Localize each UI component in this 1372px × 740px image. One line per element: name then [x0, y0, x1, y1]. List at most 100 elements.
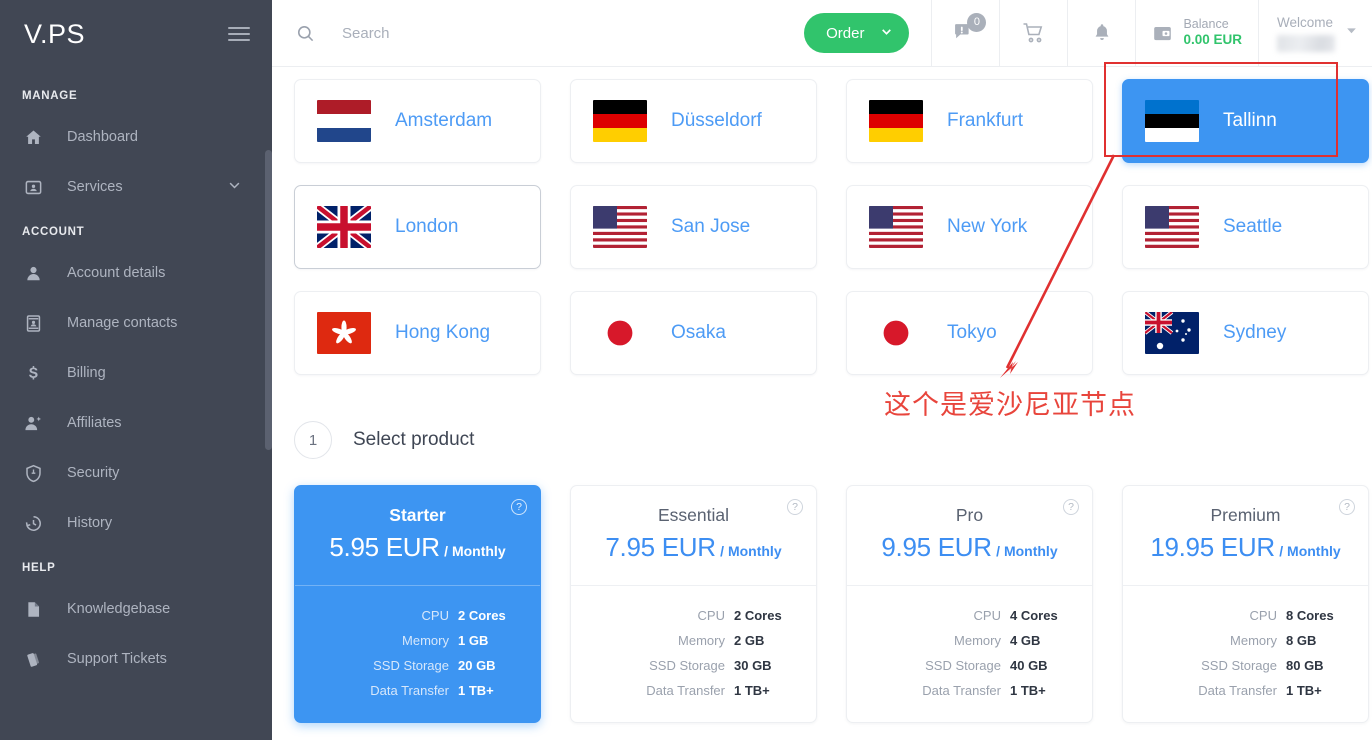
balance-button[interactable]: Balance 0.00 EUR — [1135, 0, 1258, 67]
step-header: 1 Select product — [294, 421, 1372, 459]
spec-list: CPU 2 Cores Memory 1 GB SSD Storage 20 GB Data… — [295, 586, 540, 722]
product-name: Premium — [1210, 505, 1281, 525]
brand-logo[interactable]: V.PS — [24, 20, 85, 48]
price-period: / Monthly — [1279, 543, 1341, 559]
location-name: San Jose — [671, 216, 751, 237]
messages-button[interactable]: 0 — [931, 0, 999, 67]
product-card-starter[interactable]: ? Starter 5.95 EUR / Monthly CPU 2 Cores Memo… — [294, 485, 541, 723]
sidebar-item-label: Billing — [67, 365, 106, 381]
search-input[interactable] — [342, 24, 772, 42]
help-icon[interactable]: ? — [1063, 499, 1079, 515]
spec-value: 1 TB+ — [1010, 683, 1046, 698]
sidebar-item-label: Knowledgebase — [67, 601, 171, 617]
location-card-tokyo[interactable]: Tokyo — [846, 291, 1093, 375]
location-card-tallinn[interactable]: Tallinn — [1122, 79, 1369, 163]
product-price: 19.95 EUR / Monthly — [1123, 532, 1368, 563]
flag-icon-us — [593, 206, 647, 248]
location-name: New York — [947, 216, 1028, 237]
flag-icon-jp — [869, 312, 923, 354]
sidebar-item-knowledgebase[interactable]: Knowledgebase — [0, 584, 272, 634]
spec-value: 2 GB — [734, 633, 765, 648]
spec-label: SSD Storage — [649, 658, 725, 673]
location-name: Hong Kong — [395, 322, 491, 343]
spec-row-cpu: CPU 2 Cores — [571, 608, 796, 623]
person-add-icon — [24, 414, 50, 433]
balance-value: 0.00 EUR — [1183, 32, 1242, 48]
sidebar-item-affiliates[interactable]: Affiliates — [0, 398, 272, 448]
spec-row-transfer: Data Transfer 1 TB+ — [1123, 683, 1348, 698]
location-card-osaka[interactable]: Osaka — [570, 291, 817, 375]
sidebar-item-security[interactable]: Security — [0, 448, 272, 498]
sidebar-item-label: Support Tickets — [67, 651, 167, 667]
product-card-pro[interactable]: ? Pro 9.95 EUR / Monthly CPU 4 Cores Memory 4 … — [846, 485, 1093, 723]
location-name: London — [395, 216, 459, 237]
sidebar-section-title: MANAGE — [22, 90, 78, 102]
location-card-frankfurt[interactable]: Frankfurt — [846, 79, 1093, 163]
shopping-cart-icon — [1022, 21, 1046, 45]
sidebar-item-dashboard[interactable]: Dashboard — [0, 112, 272, 162]
sidebar-scrollbar[interactable] — [265, 150, 272, 450]
spec-row-memory: Memory 8 GB — [1123, 633, 1348, 648]
location-card-seattle[interactable]: Seattle — [1122, 185, 1369, 269]
order-button[interactable]: Order — [804, 13, 910, 53]
main-area: Order 0 — [272, 0, 1372, 740]
spec-value: 1 TB+ — [458, 683, 494, 698]
product-name: Essential — [657, 505, 729, 525]
sidebar-item-manage-contacts[interactable]: Manage contacts — [0, 298, 272, 348]
flag-icon-us — [869, 206, 923, 248]
spec-label: Data Transfer — [646, 683, 725, 698]
help-icon[interactable]: ? — [511, 499, 527, 515]
product-header: Essential 7.95 EUR / Monthly — [571, 486, 816, 585]
location-card-london[interactable]: London — [294, 185, 541, 269]
sidebar-item-account-details[interactable]: Account details — [0, 248, 272, 298]
location-name: Amsterdam — [395, 110, 493, 131]
sidebar-item-history[interactable]: History — [0, 498, 272, 548]
help-icon[interactable]: ? — [1339, 499, 1355, 515]
flag-icon-de — [593, 100, 647, 142]
sidebar-item-label: Services — [67, 179, 123, 195]
sidebar-nav: MANAGE Dashboard Services ACCOUNT Account de… — [0, 68, 272, 684]
cart-button[interactable] — [999, 0, 1067, 67]
sidebar-item-services[interactable]: Services — [0, 162, 272, 212]
history-clock-icon — [24, 514, 50, 533]
spec-value: 80 GB — [1286, 658, 1324, 673]
location-name: Osaka — [671, 322, 726, 343]
help-icon[interactable]: ? — [787, 499, 803, 515]
price-period: / Monthly — [720, 543, 782, 559]
contact-card-icon — [24, 314, 50, 333]
spec-value: 40 GB — [1010, 658, 1048, 673]
spec-label: Data Transfer — [1198, 683, 1277, 698]
spec-label: Data Transfer — [922, 683, 1001, 698]
sidebar-section-title: ACCOUNT — [22, 226, 85, 238]
balance-label: Balance — [1183, 16, 1229, 31]
account-menu[interactable]: Welcome — [1258, 0, 1372, 67]
location-card-düsseldorf[interactable]: Düsseldorf — [570, 79, 817, 163]
notifications-button[interactable] — [1067, 0, 1135, 67]
spec-label: Memory — [678, 633, 725, 648]
spec-list: CPU 4 Cores Memory 4 GB SSD Storage 40 GB Data… — [847, 586, 1092, 722]
location-card-san-jose[interactable]: San Jose — [570, 185, 817, 269]
sidebar-item-billing[interactable]: Billing — [0, 348, 272, 398]
search-container[interactable] — [272, 0, 804, 66]
price-amount: 9.95 EUR — [881, 532, 992, 562]
bell-icon — [1091, 22, 1113, 44]
location-card-amsterdam[interactable]: Amsterdam — [294, 79, 541, 163]
content-area: Amsterdam Düsseldorf Frankfurt Tallinn Londo… — [272, 67, 1372, 723]
sidebar-item-support-tickets[interactable]: Support Tickets — [0, 634, 272, 684]
spec-label: CPU — [421, 608, 449, 623]
product-card-essential[interactable]: ? Essential 7.95 EUR / Monthly CPU 2 Cores Me… — [570, 485, 817, 723]
hamburger-icon[interactable] — [228, 23, 250, 45]
location-card-sydney[interactable]: Sydney — [1122, 291, 1369, 375]
spec-label: SSD Storage — [925, 658, 1001, 673]
location-card-new-york[interactable]: New York — [846, 185, 1093, 269]
product-name: Pro — [955, 505, 984, 525]
spec-row-storage: SSD Storage 30 GB — [571, 658, 796, 673]
spec-list: CPU 2 Cores Memory 2 GB SSD Storage 30 GB Data… — [571, 586, 816, 722]
product-price: 5.95 EUR / Monthly — [295, 532, 540, 563]
messages-badge: 0 — [967, 12, 987, 32]
location-card-hong-kong[interactable]: Hong Kong — [294, 291, 541, 375]
document-icon — [24, 600, 50, 619]
chevron-down-icon — [1345, 24, 1358, 42]
chevron-down-icon[interactable] — [227, 178, 242, 197]
product-card-premium[interactable]: ? Premium 19.95 EUR / Monthly CPU 8 Cores Mem… — [1122, 485, 1369, 723]
